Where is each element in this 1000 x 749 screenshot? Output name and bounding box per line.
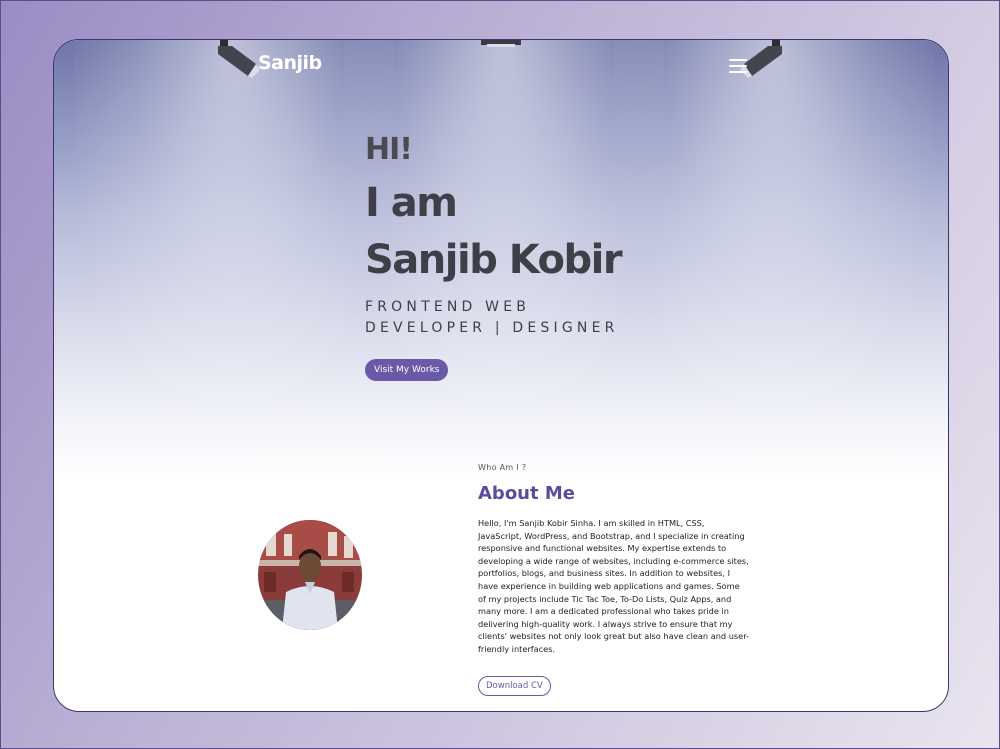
spotlight-lamp-left-icon — [218, 40, 260, 78]
hero-greeting: HI! — [365, 132, 413, 167]
menu-bar — [729, 65, 747, 67]
hero-intro: I am — [365, 180, 458, 226]
spotlight-beam-left — [74, 40, 394, 470]
hero-name: Sanjib Kobir — [365, 237, 623, 283]
about-kicker: Who Am I ? — [478, 463, 527, 472]
about-title: About Me — [478, 483, 575, 504]
hero-role-line2: DEVELOPER | DESIGNER — [365, 320, 619, 336]
menu-bar — [729, 71, 747, 73]
logo-text: Sanjib — [258, 52, 322, 74]
visit-works-button[interactable]: Visit My Works — [365, 359, 449, 381]
hero-section: Sanjib HI! I am Sanjib Kobir FRONTEND WE… — [54, 40, 948, 480]
hero-role-line1: FRONTEND WEB — [365, 299, 531, 315]
spotlight-beam-right — [614, 40, 934, 470]
hero-role: FRONTEND WEB DEVELOPER | DESIGNER — [365, 297, 619, 339]
download-cv-button[interactable]: Download CV — [478, 676, 551, 696]
browser-frame: Sanjib HI! I am Sanjib Kobir FRONTEND WE… — [53, 39, 949, 712]
spotlight-lamp-center-icon — [481, 40, 521, 47]
profile-photo — [258, 520, 362, 630]
profile-photo-image — [258, 520, 362, 630]
hamburger-menu-icon[interactable] — [729, 59, 747, 73]
menu-bar — [729, 59, 747, 61]
site-logo[interactable]: Sanjib — [258, 52, 322, 74]
about-body: Hello, I'm Sanjib Kobir Sinha. I am skil… — [478, 518, 749, 654]
